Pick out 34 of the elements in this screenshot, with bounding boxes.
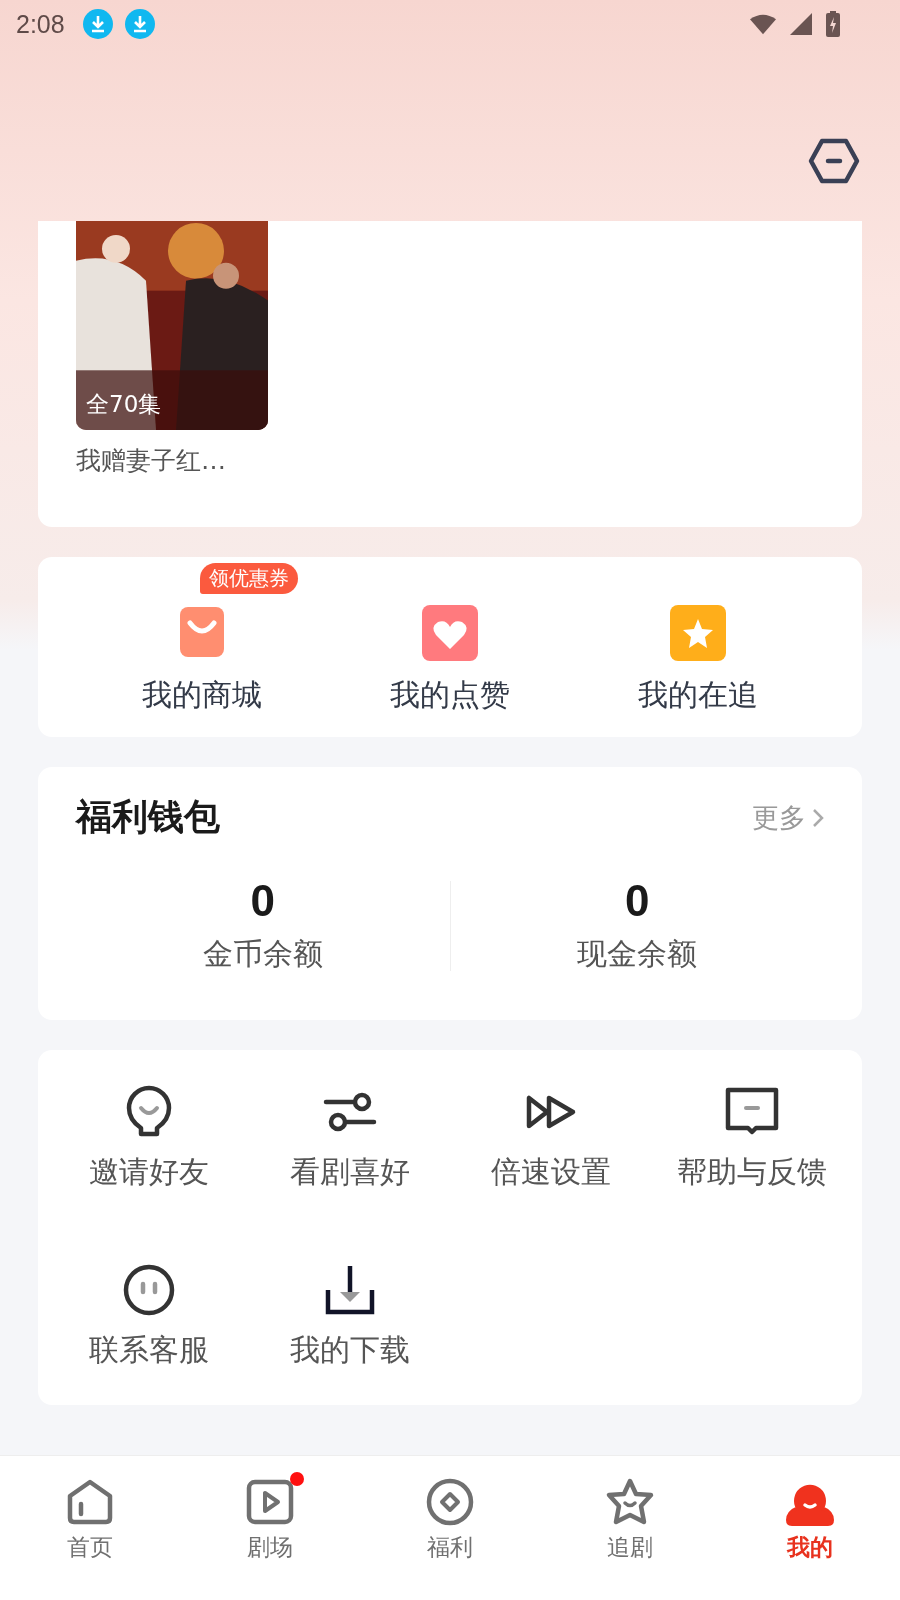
wifi-icon bbox=[750, 13, 776, 35]
tool-label[interactable]: 帮助与反馈 bbox=[676, 1152, 827, 1193]
shortcut-label[interactable]: 我的在追 bbox=[638, 674, 758, 716]
chevron-right-icon bbox=[812, 807, 824, 828]
wallet-title: 福利钱包 bbox=[76, 795, 220, 839]
tool-label[interactable]: 看剧喜好 bbox=[289, 1152, 410, 1193]
nav-tab[interactable]: 剧场 bbox=[180, 1456, 360, 1566]
heart-folder-icon[interactable] bbox=[422, 604, 478, 661]
download-notification-icon bbox=[124, 9, 155, 39]
balance-value: 0 bbox=[250, 876, 275, 926]
tool-label[interactable]: 联系客服 bbox=[88, 1330, 209, 1371]
star-folder-icon[interactable] bbox=[670, 604, 726, 661]
balance-label: 金币余额 bbox=[202, 935, 323, 973]
nav-tab[interactable]: 首页 bbox=[0, 1456, 180, 1566]
episode-count: 全70集 bbox=[86, 390, 162, 419]
download-notification-icon bbox=[82, 9, 113, 39]
tool-label[interactable]: 倍速设置 bbox=[490, 1152, 611, 1193]
nav-tab[interactable]: 福利 bbox=[360, 1456, 540, 1566]
tool-label[interactable]: 邀请好友 bbox=[88, 1152, 209, 1193]
battery-icon bbox=[826, 11, 840, 37]
settings-icon[interactable] bbox=[808, 138, 860, 184]
nav-tab[interactable]: 追剧 bbox=[540, 1456, 720, 1566]
tool-label[interactable]: 我的下载 bbox=[289, 1330, 410, 1371]
shortcut-label[interactable]: 我的商城 bbox=[142, 674, 262, 716]
drama-title[interactable]: 我赠妻子红… bbox=[76, 444, 268, 477]
coin-icon bbox=[424, 1476, 476, 1528]
nav-tab[interactable]: 我的 bbox=[720, 1456, 900, 1566]
balance-value: 0 bbox=[625, 876, 650, 926]
coupon-tag: 领优惠券 bbox=[200, 562, 298, 594]
shortcut-label[interactable]: 我的点赞 bbox=[390, 674, 510, 716]
status-time: 2:08 bbox=[16, 9, 65, 39]
balance-label: 现金余额 bbox=[577, 935, 698, 973]
signal-icon bbox=[788, 13, 814, 35]
drama-poster[interactable]: 全70集 bbox=[76, 221, 268, 430]
